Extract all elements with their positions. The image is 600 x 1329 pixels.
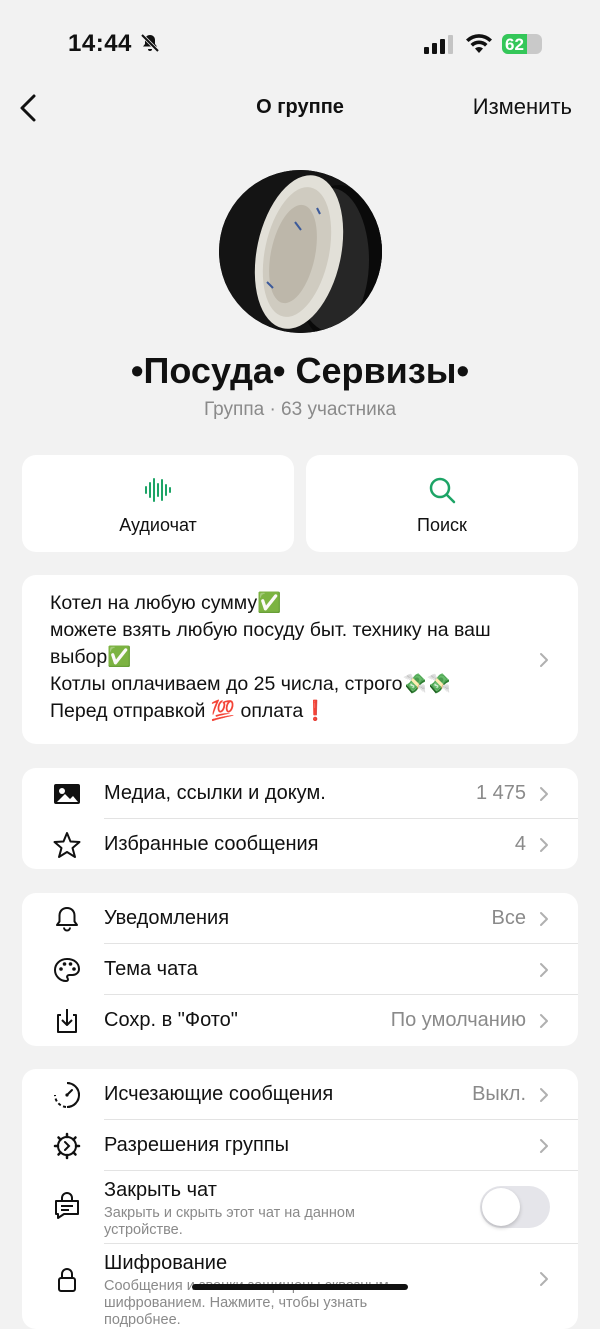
description-line: можете взять любую посуду быт. технику н… [50, 619, 491, 668]
description-text: Котел на любую сумму✅ можете взять любую… [50, 590, 530, 725]
notifications-row[interactable]: Уведомления Все [22, 893, 578, 944]
group-description[interactable]: Котел на любую сумму✅ можете взять любую… [22, 575, 578, 744]
disappearing-value: Выкл. [472, 1083, 526, 1105]
lock-chat-icon [55, 1192, 79, 1219]
group-subtitle: Группа · 63 участника [203, 399, 397, 420]
settings-section: Уведомления Все Тема чата Сохр. в "Фото"… [22, 893, 578, 1046]
edit-button[interactable]: Изменить [473, 94, 572, 120]
chevron-right-icon [540, 838, 548, 852]
audiochat-button[interactable]: Аудиочат [22, 455, 294, 552]
chevron-right-icon [540, 1088, 548, 1102]
navigation-bar: О группе Изменить [0, 80, 600, 136]
privacy-section: Исчезающие сообщения Выкл. Разрешения гр… [22, 1069, 578, 1329]
status-bar: 14:44 62 [0, 0, 600, 88]
cellular-signal-icon [424, 35, 453, 54]
description-line: Котлы оплачиваем до 25 числа, строго💸💸 [50, 673, 452, 695]
group-name: •Посуда• Сервизы• [130, 350, 470, 391]
chevron-right-icon [540, 653, 548, 667]
starred-messages-row[interactable]: Избранные сообщения 4 [22, 819, 578, 869]
magnifier-icon [429, 477, 456, 504]
search-button[interactable]: Поиск [306, 455, 578, 552]
chevron-right-icon [540, 912, 548, 926]
chevron-right-icon [540, 1139, 548, 1153]
photo-icon [54, 784, 80, 804]
palette-icon [54, 958, 80, 982]
save-to-photos-value: По умолчанию [390, 1009, 526, 1031]
home-indicator[interactable] [192, 1284, 408, 1290]
media-count: 1 475 [475, 782, 526, 804]
star-icon [53, 832, 81, 858]
group-permissions-label: Разрешения группы [104, 1134, 289, 1156]
lock-icon [58, 1268, 76, 1292]
search-label: Поиск [417, 515, 467, 535]
battery-indicator: 62 [502, 34, 542, 54]
media-label: Медиа, ссылки и докум. [104, 782, 326, 804]
lock-chat-row[interactable]: Закрыть чат Закрыть и скрыть этот чат на… [22, 1171, 578, 1243]
media-section: Медиа, ссылки и докум. 1 475 Избранные с… [22, 768, 578, 869]
chat-theme-row[interactable]: Тема чата [22, 944, 578, 995]
description-line: Перед отправкой 💯 оплата❗️ [50, 700, 328, 722]
chevron-right-icon [540, 1272, 548, 1286]
disappearing-label: Исчезающие сообщения [104, 1083, 334, 1105]
audiochat-label: Аудиочат [119, 515, 197, 535]
wifi-icon [466, 34, 492, 53]
starred-label: Избранные сообщения [104, 833, 319, 855]
description-line: Котел на любую сумму✅ [50, 592, 282, 614]
save-to-photos-label: Сохр. в "Фото" [104, 1009, 238, 1031]
chevron-right-icon [540, 963, 548, 977]
lock-chat-label: Закрыть чат [104, 1179, 217, 1201]
notifications-label: Уведомления [104, 907, 230, 929]
lock-chat-description: Закрыть и скрыть этот чат на данном устр… [104, 1205, 355, 1238]
media-links-docs-row[interactable]: Медиа, ссылки и докум. 1 475 [22, 768, 578, 819]
lock-chat-toggle[interactable] [480, 1186, 550, 1228]
save-to-photos-row[interactable]: Сохр. в "Фото" По умолчанию [22, 995, 578, 1046]
chevron-right-icon [540, 1014, 548, 1028]
bell-icon [56, 907, 78, 932]
encryption-label: Шифрование [104, 1252, 228, 1274]
download-icon [57, 1009, 77, 1033]
toggle-knob [482, 1188, 520, 1226]
chat-theme-label: Тема чата [104, 958, 198, 980]
disappearing-messages-row[interactable]: Исчезающие сообщения Выкл. [22, 1069, 578, 1120]
status-time: 14:44 [68, 30, 132, 57]
battery-level: 62 [505, 35, 524, 54]
starred-count: 4 [514, 833, 526, 855]
waveform-icon [145, 478, 171, 502]
gear-icon [53, 1132, 81, 1160]
avatar-image [219, 170, 382, 333]
notifications-value: Все [491, 907, 526, 929]
chevron-right-icon [540, 787, 548, 801]
bell-slash-icon [140, 33, 160, 53]
timer-icon [54, 1082, 81, 1108]
group-permissions-row[interactable]: Разрешения группы [22, 1120, 578, 1171]
group-avatar[interactable] [219, 170, 382, 333]
